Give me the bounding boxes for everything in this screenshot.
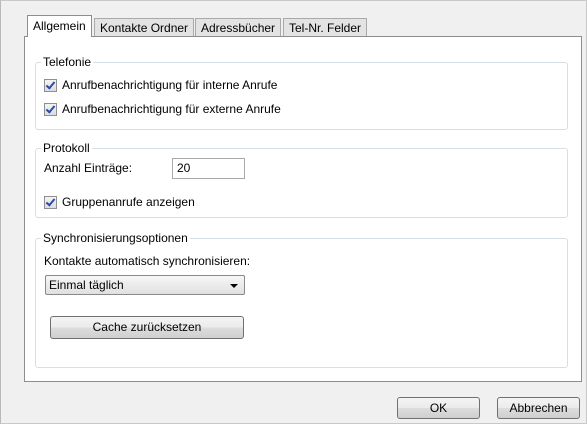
sync-group: Synchronisierungsoptionen Kontakte autom…: [35, 231, 568, 368]
entries-label-row: Anzahl Einträge:: [44, 161, 132, 175]
internal-calls-label: Anrufbenachrichtigung für interne Anrufe: [62, 78, 278, 92]
auto-sync-selected-value: Einmal täglich: [49, 278, 124, 292]
protokoll-group: Protokoll Anzahl Einträge: 20 Gruppenanr…: [35, 141, 568, 218]
group-calls-label: Gruppenanrufe anzeigen: [62, 195, 195, 209]
tab-allgemein[interactable]: Allgemein: [27, 15, 92, 37]
external-calls-label: Anrufbenachrichtigung für externe Anrufe: [62, 102, 281, 116]
cancel-button[interactable]: Abbrechen: [497, 397, 580, 419]
auto-sync-select[interactable]: Einmal täglich: [45, 275, 245, 295]
entries-label: Anzahl Einträge:: [44, 161, 133, 175]
tab-panel-allgemein: Telefonie Anrufbenachrichtigung für inte…: [24, 36, 582, 382]
tab-kontakte-ordner[interactable]: Kontakte Ordner: [94, 18, 195, 36]
ok-button[interactable]: OK: [397, 397, 480, 419]
sync-legend: Synchronisierungsoptionen: [41, 231, 190, 246]
internal-calls-checkbox[interactable]: [44, 78, 57, 92]
tab-tel-nr-felder[interactable]: Tel-Nr. Felder: [283, 18, 368, 36]
group-calls-checkbox[interactable]: [44, 195, 57, 209]
group-calls-checkbox-row[interactable]: Gruppenanrufe anzeigen: [44, 195, 195, 209]
auto-sync-label-row: Kontakte automatisch synchronisieren:: [44, 254, 250, 268]
auto-sync-label: Kontakte automatisch synchronisieren:: [44, 254, 251, 268]
reset-cache-button[interactable]: Cache zurücksetzen: [50, 316, 244, 339]
internal-calls-checkbox-row[interactable]: Anrufbenachrichtigung für interne Anrufe: [44, 78, 277, 92]
external-calls-checkbox-row[interactable]: Anrufbenachrichtigung für externe Anrufe: [44, 102, 281, 116]
chevron-down-icon: [230, 284, 238, 288]
tab-adressbuecher[interactable]: Adressbücher: [195, 18, 282, 36]
telefonie-group: Telefonie Anrufbenachrichtigung für inte…: [35, 55, 568, 130]
telefonie-legend: Telefonie: [41, 55, 94, 70]
external-calls-checkbox[interactable]: [44, 102, 57, 116]
entries-input[interactable]: 20: [172, 158, 245, 179]
protokoll-legend: Protokoll: [41, 141, 92, 156]
